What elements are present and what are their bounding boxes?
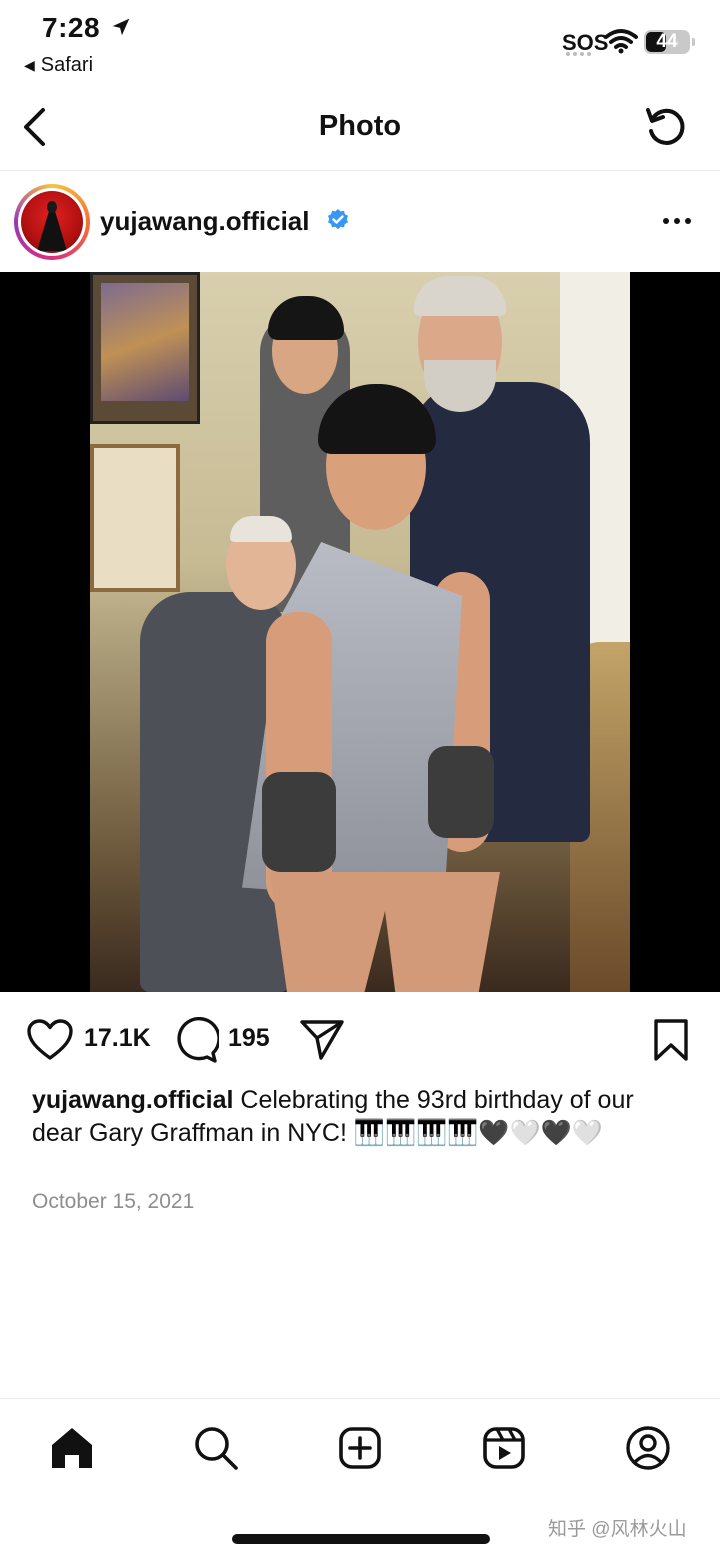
- post-username[interactable]: yujawang.official: [100, 206, 310, 237]
- tab-home[interactable]: [42, 1418, 102, 1478]
- signal-dots: [566, 52, 591, 56]
- search-icon: [195, 1427, 238, 1470]
- verified-badge-icon: [328, 209, 348, 230]
- reels-icon: [483, 1427, 525, 1469]
- location-arrow-icon: [112, 18, 130, 36]
- tab-search[interactable]: [186, 1418, 246, 1478]
- like-count[interactable]: 17.1K: [84, 1024, 151, 1053]
- tab-create[interactable]: [330, 1418, 390, 1478]
- refresh-icon: [646, 108, 685, 145]
- home-indicator[interactable]: [232, 1534, 490, 1544]
- create-icon: [339, 1427, 381, 1469]
- avatar-image: [21, 191, 83, 253]
- back-triangle-icon: ◀: [24, 57, 35, 73]
- post-photo[interactable]: [90, 272, 630, 992]
- back-to-app-link[interactable]: ◀ Safari: [24, 54, 93, 77]
- watermark: 知乎 @风林火山: [548, 1519, 687, 1540]
- home-icon: [52, 1428, 92, 1468]
- tab-bar-divider: [0, 1398, 720, 1399]
- like-button[interactable]: [24, 1014, 76, 1066]
- page-title: Photo: [318, 110, 402, 142]
- battery-indicator: 44: [644, 30, 695, 54]
- comment-button[interactable]: [170, 1014, 222, 1066]
- more-options-icon[interactable]: [660, 206, 694, 236]
- heart-icon: [27, 1019, 73, 1060]
- tab-reels[interactable]: [474, 1418, 534, 1478]
- profile-icon: [626, 1426, 670, 1470]
- header-divider: [0, 170, 720, 171]
- wifi-icon: [604, 29, 638, 54]
- caption-username[interactable]: yujawang.official: [32, 1086, 233, 1114]
- tab-profile[interactable]: [618, 1418, 678, 1478]
- post-date: October 15, 2021: [32, 1190, 195, 1213]
- comment-icon: [177, 1017, 219, 1063]
- bookmark-icon: [654, 1019, 688, 1061]
- post-caption: yujawang.official Celebrating the 93rd b…: [32, 1084, 682, 1150]
- battery-percent: 44: [656, 31, 678, 52]
- save-button[interactable]: [646, 1014, 696, 1066]
- share-button[interactable]: [296, 1014, 348, 1066]
- status-time: 7:28: [42, 12, 101, 43]
- avatar[interactable]: [14, 184, 90, 260]
- back-app-label: Safari: [40, 54, 94, 76]
- send-icon: [300, 1020, 344, 1060]
- refresh-button[interactable]: [640, 100, 692, 152]
- comment-count[interactable]: 195: [228, 1024, 270, 1053]
